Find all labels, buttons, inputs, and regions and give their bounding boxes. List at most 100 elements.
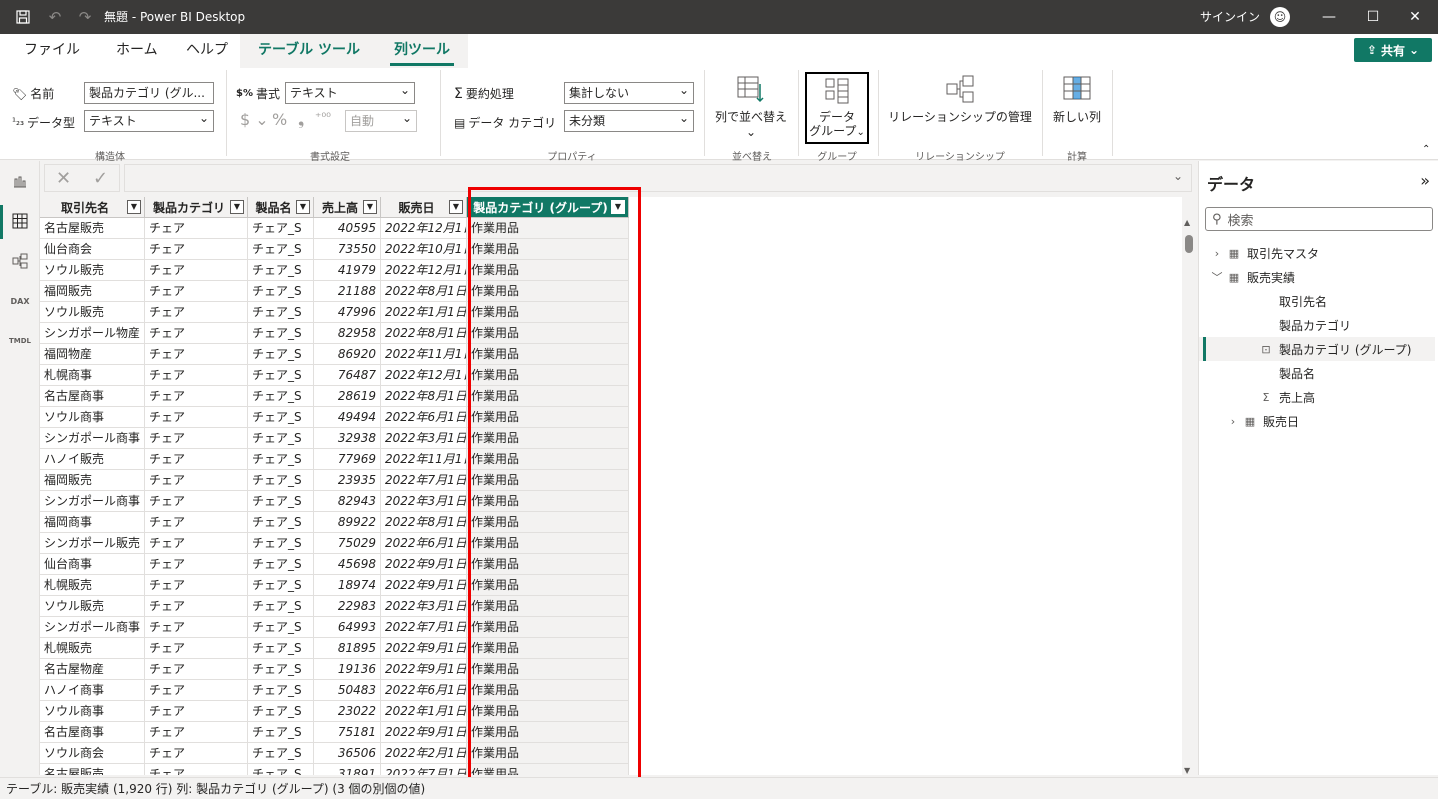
table-cell[interactable]: チェア_S <box>248 491 314 512</box>
table-cell[interactable]: 77969 <box>314 449 381 470</box>
table-cell[interactable]: ソウル商事 <box>40 701 145 722</box>
filter-dropdown-icon[interactable]: ▼ <box>449 200 463 214</box>
table-cell[interactable]: チェア_S <box>248 470 314 491</box>
table-cell[interactable]: チェア <box>145 344 248 365</box>
table-cell[interactable]: チェア_S <box>248 680 314 701</box>
table-cell[interactable]: 名古屋販売 <box>40 764 145 775</box>
table-cell[interactable]: チェア_S <box>248 512 314 533</box>
table-cell[interactable]: 49494 <box>314 407 381 428</box>
table-cell[interactable]: 2022年3月1日 <box>381 596 467 617</box>
decimal-places-input[interactable]: 自動 <box>345 110 417 132</box>
table-cell[interactable]: チェア_S <box>248 428 314 449</box>
table-cell[interactable]: 札幌販売 <box>40 638 145 659</box>
vertical-scrollbar[interactable]: ▲ ▼ <box>1182 218 1196 775</box>
table-cell[interactable]: 福岡商事 <box>40 512 145 533</box>
table-cell[interactable]: 札幌商事 <box>40 365 145 386</box>
table-cell[interactable]: チェア <box>145 491 248 512</box>
table-cell[interactable]: チェア <box>145 533 248 554</box>
table-cell[interactable]: 36506 <box>314 743 381 764</box>
tab-table-tools[interactable]: テーブル ツール <box>258 34 360 68</box>
table-cell[interactable]: チェア_S <box>248 659 314 680</box>
table-cell[interactable]: 2022年9月1日 <box>381 722 467 743</box>
chevron-right-icon[interactable]: › <box>1211 247 1223 260</box>
table-cell[interactable]: チェア_S <box>248 617 314 638</box>
table-cell[interactable]: チェア_S <box>248 281 314 302</box>
new-column-button[interactable]: 新しい列 <box>1048 74 1106 125</box>
data-groups-button[interactable]: データ グループ⌄ <box>805 72 869 144</box>
table-cell[interactable]: 40595 <box>314 218 381 239</box>
table-cell[interactable]: 45698 <box>314 554 381 575</box>
table-cell[interactable]: チェア_S <box>248 344 314 365</box>
table-cell[interactable]: 福岡販売 <box>40 281 145 302</box>
column-header-2[interactable]: 製品名 ▼ <box>248 197 314 218</box>
avatar-icon[interactable]: ☺ <box>1270 7 1290 27</box>
table-cell[interactable]: 2022年9月1日 <box>381 554 467 575</box>
tab-column-tools[interactable]: 列ツール <box>390 34 454 68</box>
table-cell[interactable]: 名古屋商事 <box>40 386 145 407</box>
report-view-icon[interactable] <box>6 167 34 195</box>
table-cell[interactable]: チェア_S <box>248 449 314 470</box>
filter-dropdown-icon[interactable]: ▼ <box>127 200 141 214</box>
table-cell[interactable]: ソウル商事 <box>40 407 145 428</box>
datatype-select[interactable]: テキスト <box>84 110 214 132</box>
table-cell[interactable]: 23022 <box>314 701 381 722</box>
table-cell[interactable]: 2022年8月1日 <box>381 386 467 407</box>
table-cell[interactable]: ソウル販売 <box>40 260 145 281</box>
table-cell[interactable]: ハノイ販売 <box>40 449 145 470</box>
table-cell[interactable]: チェア_S <box>248 722 314 743</box>
table-cell[interactable]: ハノイ商事 <box>40 680 145 701</box>
table-cell[interactable]: 2022年3月1日 <box>381 428 467 449</box>
table-cell[interactable]: チェア <box>145 575 248 596</box>
collapse-pane-icon[interactable]: » <box>1420 171 1430 190</box>
table-cell[interactable]: シンガポール販売 <box>40 533 145 554</box>
table-cell[interactable]: 2022年1月1日 <box>381 302 467 323</box>
table-cell[interactable]: チェア <box>145 239 248 260</box>
table-cell[interactable]: チェア <box>145 764 248 775</box>
table-cell[interactable]: チェア <box>145 407 248 428</box>
minimize-button[interactable]: — <box>1306 0 1352 34</box>
redo-icon[interactable]: ↷ <box>70 0 100 34</box>
table-cell[interactable]: チェア_S <box>248 302 314 323</box>
chevron-down-icon[interactable]: ﹀ <box>1211 269 1223 285</box>
table-cell[interactable]: チェア_S <box>248 743 314 764</box>
table-cell[interactable]: チェア_S <box>248 554 314 575</box>
undo-icon[interactable]: ↶ <box>40 0 70 34</box>
table-cell[interactable]: 2022年11月1日 <box>381 344 467 365</box>
table-cell[interactable]: 名古屋物産 <box>40 659 145 680</box>
table-cell[interactable]: 22983 <box>314 596 381 617</box>
table-cell[interactable]: チェア <box>145 701 248 722</box>
scroll-thumb[interactable] <box>1185 235 1193 253</box>
table-cell[interactable]: 28619 <box>314 386 381 407</box>
field-item[interactable]: 取引先名 <box>1199 289 1435 313</box>
table-cell[interactable]: チェア_S <box>248 701 314 722</box>
tab-file[interactable]: ファイル <box>24 34 80 68</box>
field-item[interactable]: ⊡ 製品カテゴリ (グループ) <box>1199 337 1435 361</box>
scroll-up-icon[interactable]: ▲ <box>1184 218 1190 227</box>
chevron-right-icon[interactable]: › <box>1227 415 1239 428</box>
field-item[interactable]: › ▦ 販売日 <box>1199 409 1435 433</box>
table-cell[interactable]: 2022年8月1日 <box>381 281 467 302</box>
table-cell[interactable]: 82943 <box>314 491 381 512</box>
table-cell[interactable]: 2022年7月1日 <box>381 470 467 491</box>
commit-icon[interactable]: ✓ <box>93 168 108 189</box>
table-cell[interactable]: 2022年8月1日 <box>381 512 467 533</box>
table-item[interactable]: › ▦ 取引先マスタ <box>1199 241 1435 265</box>
table-cell[interactable]: チェア <box>145 365 248 386</box>
table-cell[interactable]: 2022年10月1日 <box>381 239 467 260</box>
field-item[interactable]: 製品カテゴリ <box>1199 313 1435 337</box>
tmdl-view-icon[interactable]: TMDL <box>6 327 34 355</box>
table-cell[interactable]: チェア_S <box>248 638 314 659</box>
table-cell[interactable]: チェア <box>145 596 248 617</box>
signin-link[interactable]: サインイン <box>1200 0 1260 34</box>
field-item[interactable]: 製品名 <box>1199 361 1435 385</box>
table-cell[interactable]: 18974 <box>314 575 381 596</box>
table-cell[interactable]: 50483 <box>314 680 381 701</box>
table-cell[interactable]: 福岡物産 <box>40 344 145 365</box>
table-cell[interactable]: 82958 <box>314 323 381 344</box>
table-cell[interactable]: 21188 <box>314 281 381 302</box>
sort-by-column-button[interactable]: 列で並べ替え ⌄ <box>710 74 792 139</box>
table-cell[interactable]: 2022年6月1日 <box>381 407 467 428</box>
table-cell[interactable]: チェア_S <box>248 575 314 596</box>
table-cell[interactable]: チェア <box>145 428 248 449</box>
table-cell[interactable]: ソウル販売 <box>40 302 145 323</box>
